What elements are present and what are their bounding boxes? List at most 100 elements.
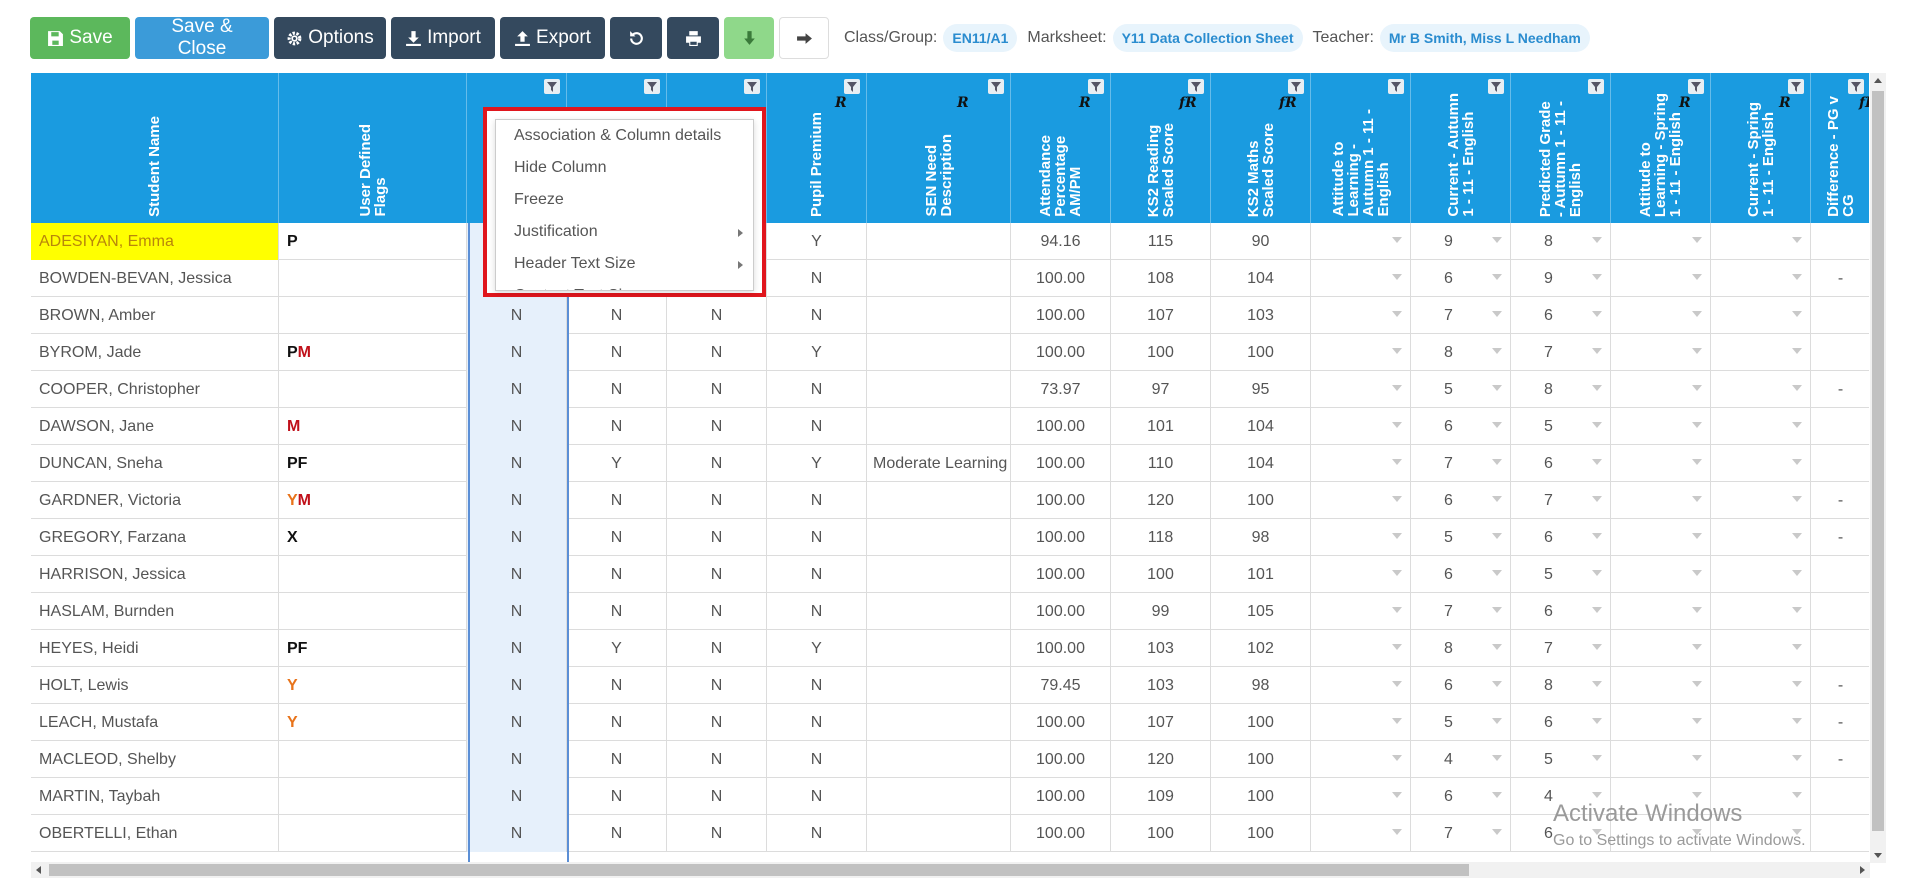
dropdown-caret-icon[interactable] bbox=[1392, 533, 1402, 539]
data-cell[interactable]: N bbox=[467, 371, 567, 408]
dropdown-caret-icon[interactable] bbox=[1792, 237, 1802, 243]
dropdown-caret-icon[interactable] bbox=[1392, 348, 1402, 354]
dropdown-caret-icon[interactable] bbox=[1492, 385, 1502, 391]
data-cell[interactable]: N bbox=[467, 334, 567, 371]
dropdown-caret-icon[interactable] bbox=[1392, 237, 1402, 243]
column-header[interactable]: SEN Need Description R bbox=[867, 73, 1011, 223]
dropdown-caret-icon[interactable] bbox=[1492, 496, 1502, 502]
grade-dropdown-cell[interactable] bbox=[1611, 223, 1711, 260]
grade-dropdown-cell[interactable] bbox=[1311, 556, 1411, 593]
data-cell[interactable]: 104 bbox=[1211, 260, 1311, 297]
data-cell[interactable]: N bbox=[667, 593, 767, 630]
student-name-cell[interactable]: HEYES, Heidi bbox=[31, 630, 279, 667]
data-cell[interactable]: 98 bbox=[1211, 667, 1311, 704]
sen-description-cell[interactable] bbox=[867, 260, 1011, 297]
grade-dropdown-cell[interactable]: 6 bbox=[1411, 408, 1511, 445]
user-flags-cell[interactable]: X bbox=[279, 519, 467, 556]
dropdown-caret-icon[interactable] bbox=[1792, 311, 1802, 317]
student-name-cell[interactable]: DUNCAN, Sneha bbox=[31, 445, 279, 482]
dropdown-caret-icon[interactable] bbox=[1592, 792, 1602, 798]
grade-dropdown-cell[interactable] bbox=[1611, 297, 1711, 334]
dropdown-caret-icon[interactable] bbox=[1592, 459, 1602, 465]
data-cell[interactable]: 94.16 bbox=[1011, 223, 1111, 260]
data-cell[interactable]: N bbox=[667, 741, 767, 778]
data-cell[interactable]: N bbox=[467, 297, 567, 334]
data-cell[interactable]: N bbox=[767, 297, 867, 334]
data-cell[interactable]: 104 bbox=[1211, 445, 1311, 482]
grade-dropdown-cell[interactable]: 6 bbox=[1511, 519, 1611, 556]
dropdown-caret-icon[interactable] bbox=[1492, 348, 1502, 354]
student-name-cell[interactable]: OBERTELLI, Ethan bbox=[31, 815, 279, 852]
difference-cell[interactable] bbox=[1811, 593, 1869, 630]
data-cell[interactable]: 97 bbox=[1111, 371, 1211, 408]
grade-dropdown-cell[interactable]: 8 bbox=[1511, 371, 1611, 408]
data-cell[interactable]: N bbox=[567, 667, 667, 704]
dropdown-caret-icon[interactable] bbox=[1792, 644, 1802, 650]
user-flags-cell[interactable] bbox=[279, 741, 467, 778]
column-header[interactable]: KS2 Maths Scaled Score fR bbox=[1211, 73, 1311, 223]
horizontal-scroll-thumb[interactable] bbox=[49, 864, 1469, 876]
print-button[interactable] bbox=[667, 17, 719, 59]
grade-dropdown-cell[interactable]: 7 bbox=[1411, 297, 1511, 334]
grade-dropdown-cell[interactable]: 8 bbox=[1511, 667, 1611, 704]
grade-dropdown-cell[interactable] bbox=[1311, 445, 1411, 482]
grade-dropdown-cell[interactable] bbox=[1611, 704, 1711, 741]
data-cell[interactable]: 100 bbox=[1211, 815, 1311, 852]
dropdown-caret-icon[interactable] bbox=[1692, 792, 1702, 798]
grade-dropdown-cell[interactable]: 6 bbox=[1411, 482, 1511, 519]
user-flags-cell[interactable] bbox=[279, 371, 467, 408]
grade-dropdown-cell[interactable]: 6 bbox=[1511, 593, 1611, 630]
filter-icon[interactable] bbox=[844, 79, 860, 94]
horizontal-scrollbar[interactable] bbox=[31, 862, 1870, 878]
user-flags-cell[interactable]: YM bbox=[279, 482, 467, 519]
data-cell[interactable]: N bbox=[467, 593, 567, 630]
dropdown-caret-icon[interactable] bbox=[1692, 533, 1702, 539]
data-cell[interactable]: 100.00 bbox=[1011, 741, 1111, 778]
filter-icon[interactable] bbox=[1688, 79, 1704, 94]
grade-dropdown-cell[interactable] bbox=[1611, 371, 1711, 408]
data-cell[interactable]: 100.00 bbox=[1011, 815, 1111, 852]
student-name-cell[interactable]: ADESIYAN, Emma bbox=[31, 223, 279, 260]
user-flags-cell[interactable] bbox=[279, 778, 467, 815]
data-cell[interactable]: N bbox=[467, 630, 567, 667]
data-cell[interactable]: N bbox=[667, 334, 767, 371]
grade-dropdown-cell[interactable] bbox=[1311, 297, 1411, 334]
difference-cell[interactable] bbox=[1811, 445, 1869, 482]
dropdown-caret-icon[interactable] bbox=[1492, 459, 1502, 465]
data-cell[interactable]: N bbox=[467, 445, 567, 482]
scroll-down-icon[interactable] bbox=[1874, 853, 1882, 858]
dropdown-caret-icon[interactable] bbox=[1592, 237, 1602, 243]
data-cell[interactable]: N bbox=[567, 593, 667, 630]
user-flags-cell[interactable]: PF bbox=[279, 630, 467, 667]
data-cell[interactable]: N bbox=[767, 482, 867, 519]
data-cell[interactable]: 100.00 bbox=[1011, 593, 1111, 630]
dropdown-caret-icon[interactable] bbox=[1792, 681, 1802, 687]
column-header[interactable]: Predicted Grade - Autumn 1 - 11 - Englis… bbox=[1511, 73, 1611, 223]
dropdown-caret-icon[interactable] bbox=[1492, 533, 1502, 539]
grade-dropdown-cell[interactable]: 7 bbox=[1411, 445, 1511, 482]
dropdown-caret-icon[interactable] bbox=[1392, 792, 1402, 798]
dropdown-caret-icon[interactable] bbox=[1492, 755, 1502, 761]
grade-dropdown-cell[interactable] bbox=[1611, 445, 1711, 482]
data-cell[interactable]: N bbox=[567, 556, 667, 593]
data-cell[interactable]: 100.00 bbox=[1011, 260, 1111, 297]
sen-description-cell[interactable] bbox=[867, 593, 1011, 630]
sen-description-cell[interactable] bbox=[867, 334, 1011, 371]
grade-dropdown-cell[interactable] bbox=[1711, 445, 1811, 482]
data-cell[interactable]: 79.45 bbox=[1011, 667, 1111, 704]
dropdown-caret-icon[interactable] bbox=[1392, 718, 1402, 724]
grade-dropdown-cell[interactable]: 6 bbox=[1411, 778, 1511, 815]
data-cell[interactable]: N bbox=[567, 297, 667, 334]
sen-description-cell[interactable]: Moderate Learning bbox=[867, 445, 1011, 482]
context-menu-item[interactable]: Association & Column details bbox=[496, 120, 753, 152]
data-cell[interactable]: 100.00 bbox=[1011, 334, 1111, 371]
dropdown-caret-icon[interactable] bbox=[1492, 311, 1502, 317]
dropdown-caret-icon[interactable] bbox=[1792, 274, 1802, 280]
grade-dropdown-cell[interactable] bbox=[1711, 482, 1811, 519]
dropdown-caret-icon[interactable] bbox=[1792, 496, 1802, 502]
data-cell[interactable]: 107 bbox=[1111, 297, 1211, 334]
sen-description-cell[interactable] bbox=[867, 741, 1011, 778]
data-cell[interactable]: 100.00 bbox=[1011, 445, 1111, 482]
data-cell[interactable]: N bbox=[767, 371, 867, 408]
data-cell[interactable]: Y bbox=[767, 334, 867, 371]
